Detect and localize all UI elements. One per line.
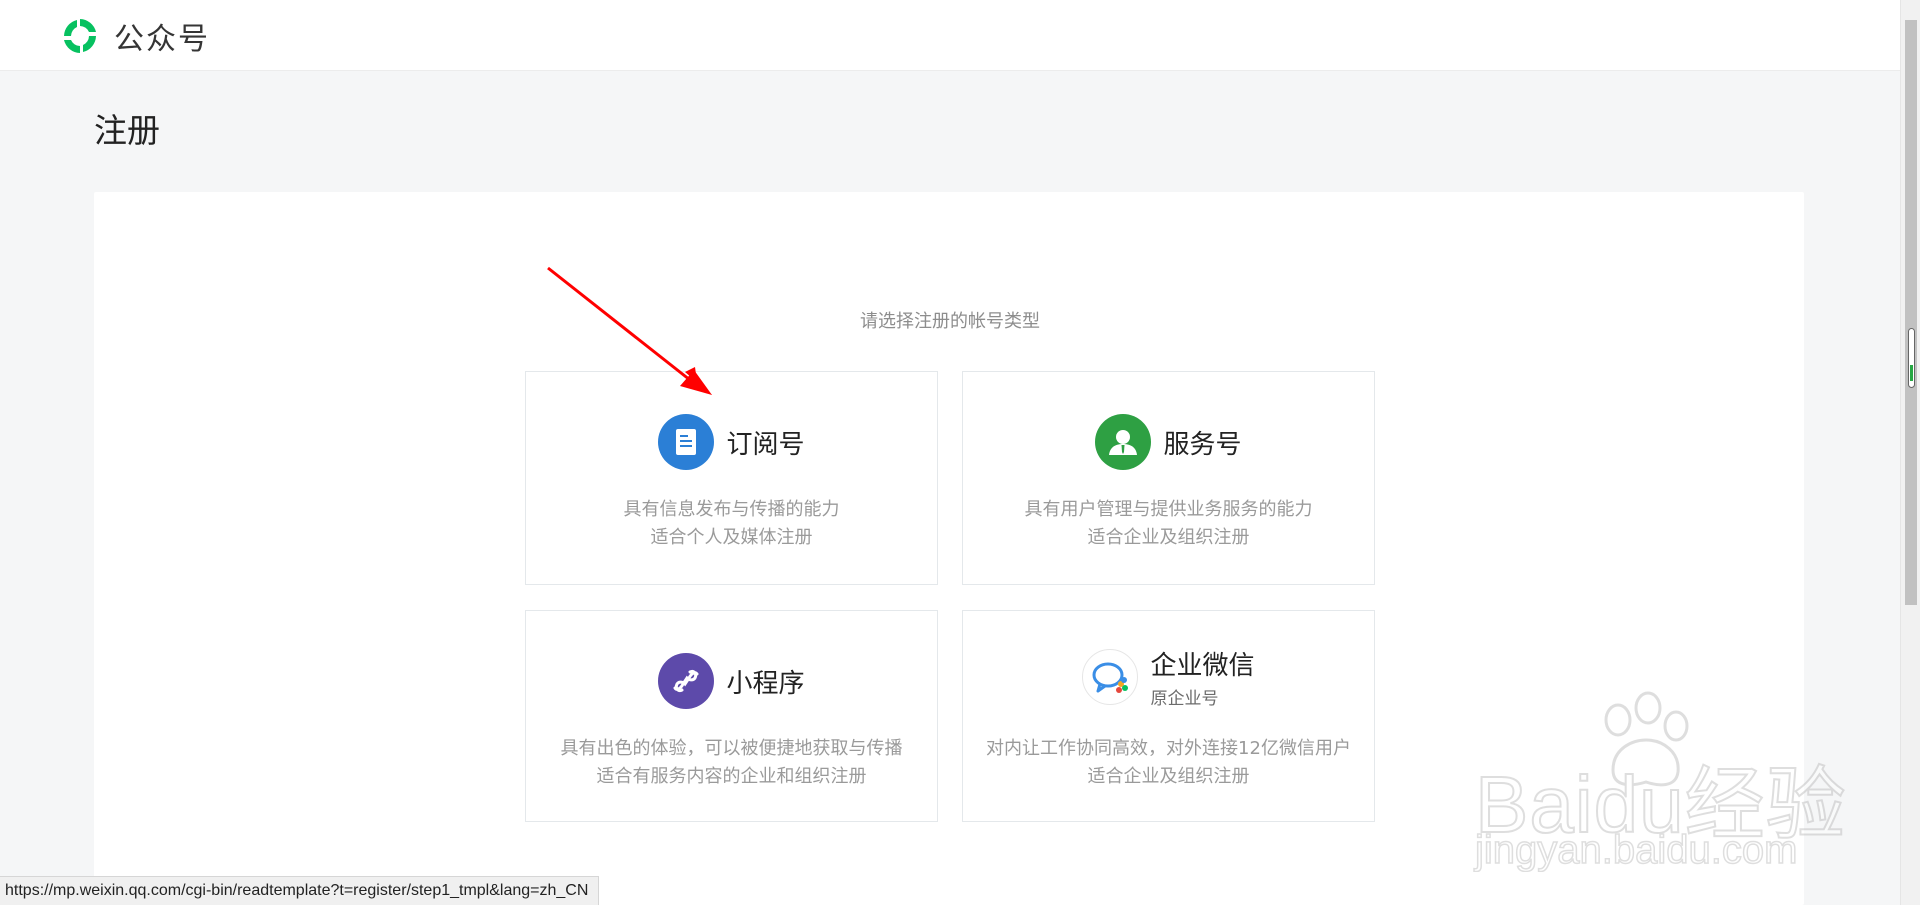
card-desc-line: 对内让工作协同高效，对外连接12亿微信用户 <box>986 738 1351 759</box>
mini-program-card[interactable]: 小程序 具有出色的体验，可以被便捷地获取与传播 适合有服务内容的企业和组织注册 <box>525 610 938 822</box>
card-desc-line: 适合有服务内容的企业和组织注册 <box>596 766 867 787</box>
card-header: 服务号 <box>963 414 1374 470</box>
card-header: 企业微信 原企业号 <box>963 645 1374 709</box>
content-panel <box>94 192 1804 905</box>
account-type-hint: 请选择注册的帐号类型 <box>860 311 1040 332</box>
browser-status-bar: https://mp.weixin.qq.com/cgi-bin/readtem… <box>0 876 600 905</box>
card-description: 具有信息发布与传播的能力 适合个人及媒体注册 <box>526 496 937 552</box>
top-header: 公众号 <box>0 0 1900 71</box>
card-title: 小程序 <box>726 668 805 699</box>
card-header: 订阅号 <box>526 414 937 470</box>
vertical-scrollbar[interactable] <box>1900 0 1920 905</box>
card-desc-line: 具有信息发布与传播的能力 <box>623 499 840 520</box>
chat-bubble-icon <box>1082 649 1139 705</box>
card-desc-line: 适合企业及组织注册 <box>1087 527 1250 548</box>
brand-name: 公众号 <box>114 22 210 57</box>
document-icon <box>658 414 715 470</box>
link-icon <box>658 653 715 709</box>
scroll-position-marker <box>1908 328 1915 388</box>
wework-card[interactable]: 企业微信 原企业号 对内让工作协同高效，对外连接12亿微信用户 适合企业及组织注… <box>962 610 1375 822</box>
card-subtitle: 原企业号 <box>1150 689 1219 709</box>
card-desc-line: 具有用户管理与提供业务服务的能力 <box>1024 499 1313 520</box>
service-account-card[interactable]: 服务号 具有用户管理与提供业务服务的能力 适合企业及组织注册 <box>962 371 1375 585</box>
card-title: 服务号 <box>1163 429 1242 460</box>
card-description: 具有用户管理与提供业务服务的能力 适合企业及组织注册 <box>963 496 1374 552</box>
card-title: 订阅号 <box>726 429 805 460</box>
card-desc-line: 具有出色的体验，可以被便捷地获取与传播 <box>560 738 903 759</box>
card-description: 具有出色的体验，可以被便捷地获取与传播 适合有服务内容的企业和组织注册 <box>526 735 937 791</box>
brand[interactable]: 公众号 <box>59 14 210 58</box>
wechat-official-account-logo-icon <box>64 19 96 53</box>
page-title: 注册 <box>94 111 160 150</box>
person-icon <box>1095 414 1152 470</box>
scrollbar-thumb[interactable] <box>1905 20 1917 605</box>
subscription-account-card[interactable]: 订阅号 具有信息发布与传播的能力 适合个人及媒体注册 <box>525 371 938 585</box>
card-title: 企业微信 <box>1150 651 1255 681</box>
card-desc-line: 适合企业及组织注册 <box>1087 766 1250 787</box>
card-header: 小程序 <box>526 653 937 709</box>
card-description: 对内让工作协同高效，对外连接12亿微信用户 适合企业及组织注册 <box>963 735 1374 791</box>
card-desc-line: 适合个人及媒体注册 <box>650 527 813 548</box>
